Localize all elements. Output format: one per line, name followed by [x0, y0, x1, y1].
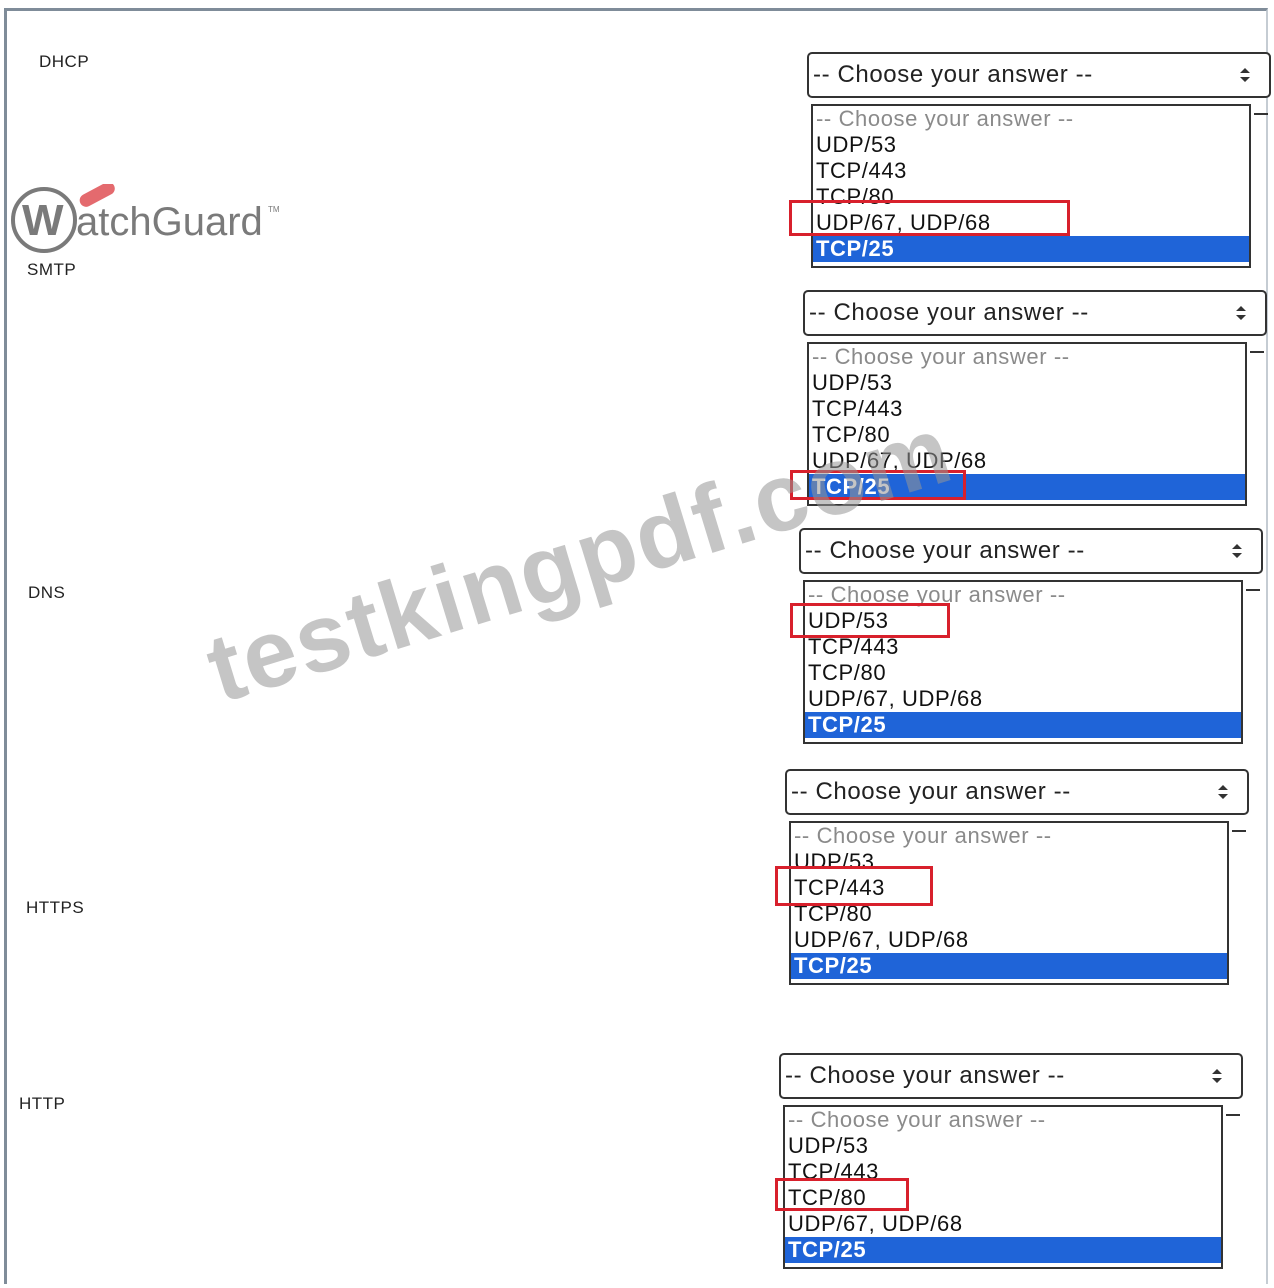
- select-arrows-icon: [1240, 68, 1250, 82]
- select-arrows-icon: [1236, 306, 1246, 320]
- option-item[interactable]: TCP/25: [805, 712, 1241, 738]
- select-value: -- Choose your answer --: [785, 1062, 1065, 1089]
- label-http: HTTP: [19, 1094, 66, 1113]
- option-placeholder[interactable]: -- Choose your answer --: [791, 823, 1227, 849]
- select-arrows-icon: [1232, 544, 1242, 558]
- logo-wordmark: atchGuard: [76, 200, 263, 244]
- options-list-dhcp: -- Choose your answer -- UDP/53 TCP/443 TCP…: [811, 104, 1251, 268]
- option-item[interactable]: UDP/67, UDP/68: [805, 686, 1241, 712]
- option-item[interactable]: TCP/25: [791, 953, 1227, 979]
- label-https: HTTPS: [26, 898, 85, 917]
- select-value: -- Choose your answer --: [813, 61, 1093, 88]
- answer-select-http[interactable]: -- Choose your answer --: [779, 1053, 1243, 1099]
- select-arrows-icon: [1212, 1069, 1222, 1083]
- option-item[interactable]: UDP/67, UDP/68: [785, 1211, 1221, 1237]
- option-item[interactable]: TCP/25: [813, 236, 1249, 262]
- list-edge-tick: [1250, 351, 1264, 353]
- label-smtp: SMTP: [27, 260, 77, 279]
- answer-select-dhcp[interactable]: -- Choose your answer --: [807, 52, 1271, 98]
- select-value: -- Choose your answer --: [791, 778, 1071, 805]
- svg-text:W: W: [22, 196, 64, 245]
- label-dhcp: DHCP: [39, 52, 90, 71]
- option-item[interactable]: TCP/80: [805, 660, 1241, 686]
- answer-select-smtp[interactable]: -- Choose your answer --: [803, 290, 1267, 336]
- answer-select-dns[interactable]: -- Choose your answer --: [799, 528, 1263, 574]
- option-item[interactable]: TCP/443: [813, 158, 1249, 184]
- option-item[interactable]: TCP/25: [785, 1237, 1221, 1263]
- answer-highlight-dns: [790, 603, 950, 638]
- list-edge-tick: [1246, 589, 1260, 591]
- label-dns: DNS: [28, 583, 66, 602]
- list-edge-tick: [1232, 830, 1246, 832]
- select-value: -- Choose your answer --: [809, 299, 1089, 326]
- select-arrows-icon: [1218, 785, 1228, 799]
- option-item[interactable]: UDP/53: [809, 370, 1245, 396]
- list-edge-tick: [1226, 1114, 1240, 1116]
- answer-highlight-dhcp: [789, 200, 1070, 236]
- select-value: -- Choose your answer --: [805, 537, 1085, 564]
- option-item[interactable]: UDP/53: [785, 1133, 1221, 1159]
- option-item[interactable]: UDP/67, UDP/68: [791, 927, 1227, 953]
- watchguard-logo: W atchGuard TM: [10, 182, 290, 254]
- answer-select-https[interactable]: -- Choose your answer --: [785, 769, 1249, 815]
- option-placeholder[interactable]: -- Choose your answer --: [785, 1107, 1221, 1133]
- option-item[interactable]: UDP/53: [813, 132, 1249, 158]
- option-placeholder[interactable]: -- Choose your answer --: [809, 344, 1245, 370]
- list-edge-tick: [1254, 113, 1268, 115]
- answer-highlight-https: [775, 866, 933, 906]
- svg-text:TM: TM: [268, 205, 280, 214]
- option-placeholder[interactable]: -- Choose your answer --: [813, 106, 1249, 132]
- answer-highlight-http: [775, 1178, 909, 1211]
